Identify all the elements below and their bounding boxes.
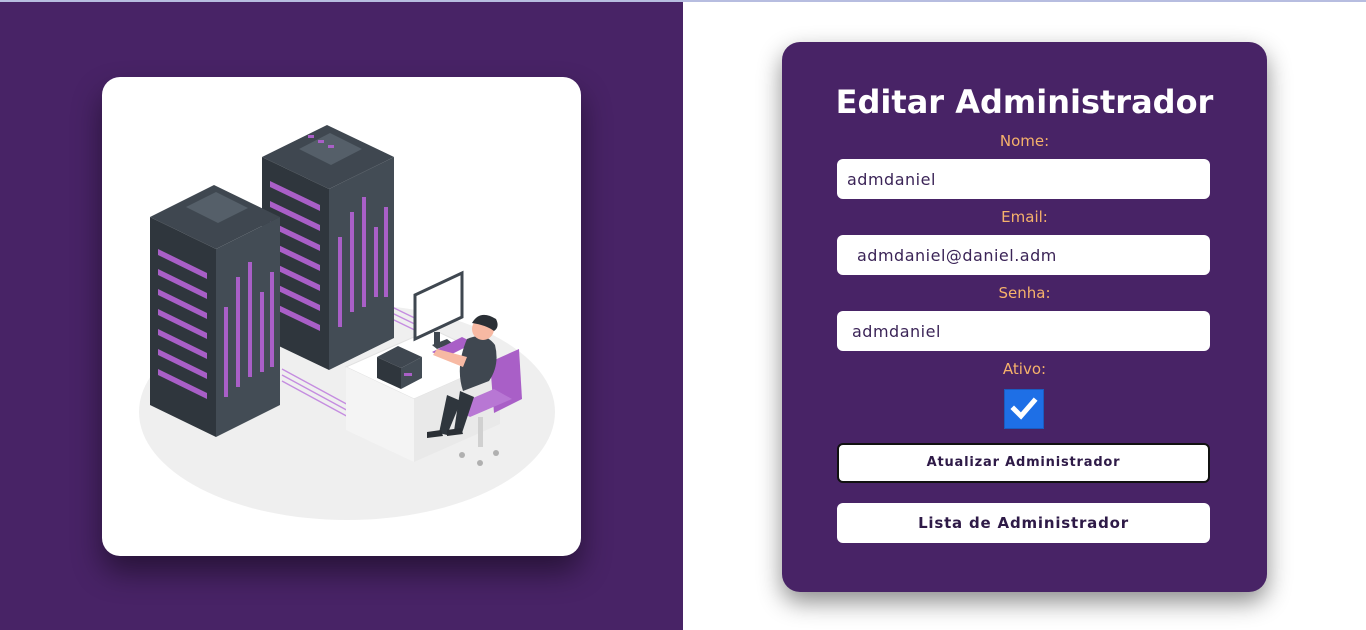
server-tower-front	[150, 185, 280, 437]
illustration-panel	[0, 2, 683, 630]
form-title: Editar Administrador	[835, 83, 1214, 121]
email-input[interactable]	[837, 235, 1210, 275]
email-label: Email:	[1001, 208, 1048, 226]
password-label: Senha:	[998, 284, 1051, 302]
server-room-illustration	[139, 125, 555, 520]
update-admin-button[interactable]: Atualizar Administrador	[837, 443, 1210, 483]
password-input[interactable]	[837, 311, 1210, 351]
form-panel: Editar Administrador Nome: Email: Senha:…	[683, 2, 1366, 630]
active-label: Ativo:	[1002, 360, 1047, 378]
server-tower-back	[262, 125, 394, 370]
checkmark-icon	[1010, 397, 1038, 420]
illustration-card	[102, 77, 581, 556]
active-checkbox[interactable]	[1004, 389, 1044, 429]
edit-admin-form: Editar Administrador Nome: Email: Senha:…	[782, 42, 1267, 592]
name-label: Nome:	[999, 132, 1050, 150]
name-input[interactable]	[837, 159, 1210, 199]
admin-list-button[interactable]: Lista de Administrador	[837, 503, 1210, 543]
